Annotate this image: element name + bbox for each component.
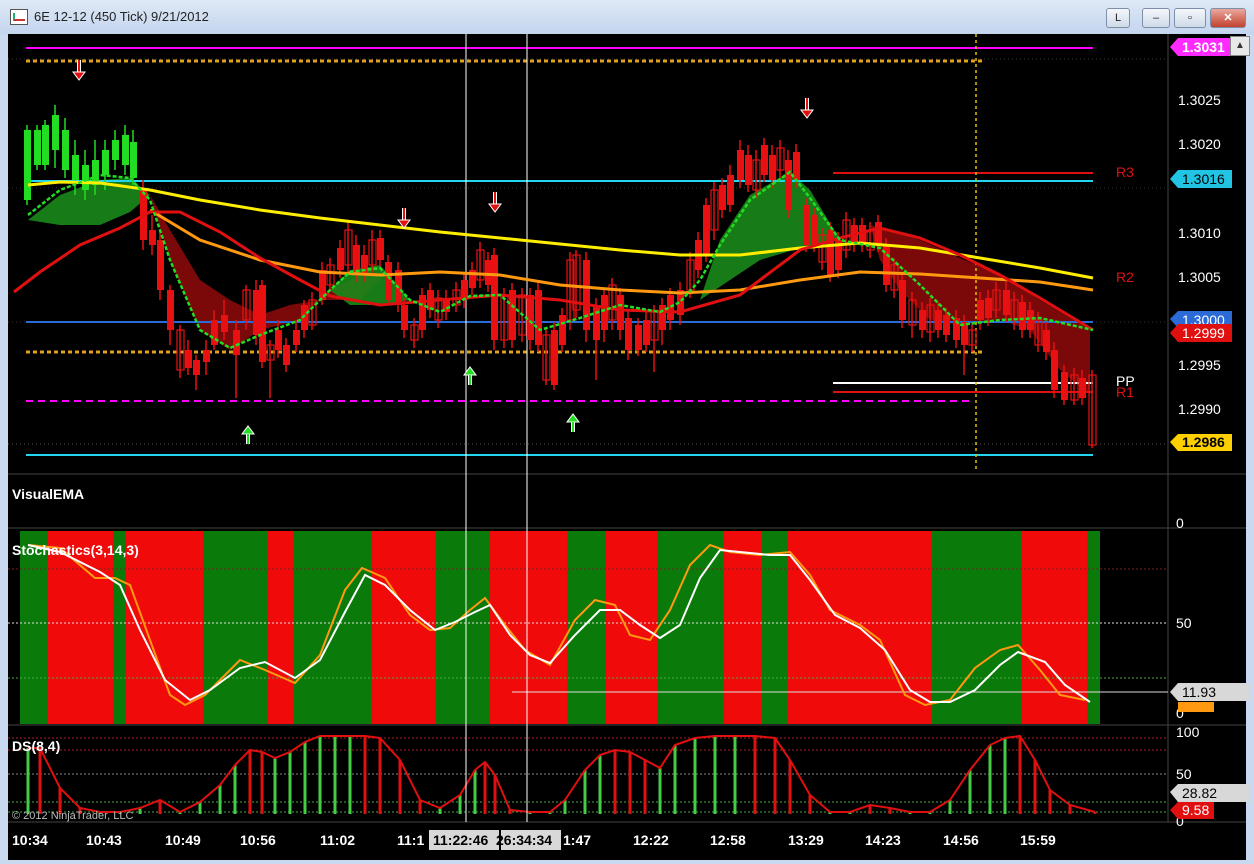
price-tick: 1.3010 xyxy=(1178,225,1221,241)
price-tick: 1.2990 xyxy=(1178,401,1221,417)
svg-text:1.3016: 1.3016 xyxy=(1182,171,1225,187)
svg-text:28.82: 28.82 xyxy=(1182,785,1217,801)
stoch-value-tag: 11.93 xyxy=(1170,683,1250,701)
time-tick: 1:47 xyxy=(563,832,592,848)
visual-ema-zero: 0 xyxy=(1176,515,1184,531)
price-tick: 1.2995 xyxy=(1178,357,1221,373)
price-tick: 1.3005 xyxy=(1178,269,1221,285)
pivot-r3-label: R3 xyxy=(1116,164,1134,180)
buy-arrow xyxy=(566,413,580,432)
chart-canvas[interactable]: R3 R2 PP R1 1.3025 1.3020 1.3010 1.3005 … xyxy=(0,0,1254,864)
sell-arrow xyxy=(397,208,411,229)
time-tick: 10:56 xyxy=(240,832,276,848)
time-tick: 12:22 xyxy=(633,832,669,848)
svg-text:1.2999: 1.2999 xyxy=(1182,325,1225,341)
scroll-up-icon[interactable]: ▲ xyxy=(1230,36,1250,56)
ds-tick: 50 xyxy=(1176,766,1192,782)
price-tag-cyan: 1.3016 xyxy=(1170,170,1232,188)
sell-arrow xyxy=(800,98,814,119)
visual-ema-label: VisualEMA xyxy=(12,486,85,502)
svg-text:9.58: 9.58 xyxy=(1182,802,1209,818)
time-tick: 13:29 xyxy=(788,832,824,848)
sell-arrow xyxy=(488,192,502,213)
price-tag-yellow: 1.2986 xyxy=(1170,434,1232,451)
time-tick: 15:59 xyxy=(1020,832,1056,848)
time-tick: 12:58 xyxy=(710,832,746,848)
price-tick: 1.3025 xyxy=(1178,92,1221,108)
time-tick: 11:1 xyxy=(397,832,425,848)
price-tick: 1.3020 xyxy=(1178,136,1221,152)
time-tick: 14:56 xyxy=(943,832,979,848)
stochastics-background xyxy=(20,531,1100,724)
stochastics-label: Stochastics(3,14,3) xyxy=(12,542,139,558)
ds-tick: 100 xyxy=(1176,724,1200,740)
buy-arrow xyxy=(241,425,255,444)
price-tag-magenta: 1.3031 xyxy=(1170,38,1232,56)
time-tick: 14:23 xyxy=(865,832,901,848)
cursor-time-label: 11:22:46 xyxy=(433,832,488,848)
pivot-r2-label: R2 xyxy=(1116,269,1134,285)
svg-text:1.3031: 1.3031 xyxy=(1182,39,1225,55)
copyright-text: © 2012 NinjaTrader, LLC xyxy=(12,810,134,822)
svg-text:11.93: 11.93 xyxy=(1182,684,1216,700)
ds-value-tag: 28.82 xyxy=(1170,784,1250,802)
svg-text:1.2986: 1.2986 xyxy=(1182,434,1225,450)
sell-arrow xyxy=(72,60,86,81)
time-tick: 11:02 xyxy=(320,832,356,848)
stoch-k-tag xyxy=(1178,702,1214,712)
stoch-tick: 50 xyxy=(1176,615,1192,631)
ds-label: DS(8,4) xyxy=(12,738,61,754)
time-tick: 10:34 xyxy=(12,832,48,848)
price-tag-red: 1.2999 xyxy=(1170,324,1232,342)
pivot-r1-label: R1 xyxy=(1116,384,1134,400)
time-tick: 10:43 xyxy=(86,832,122,848)
ds-value-tag-red: 9.58 xyxy=(1170,802,1214,819)
time-tick: 10:49 xyxy=(165,832,201,848)
cursor-time-label: 26:34:34 xyxy=(496,832,552,848)
